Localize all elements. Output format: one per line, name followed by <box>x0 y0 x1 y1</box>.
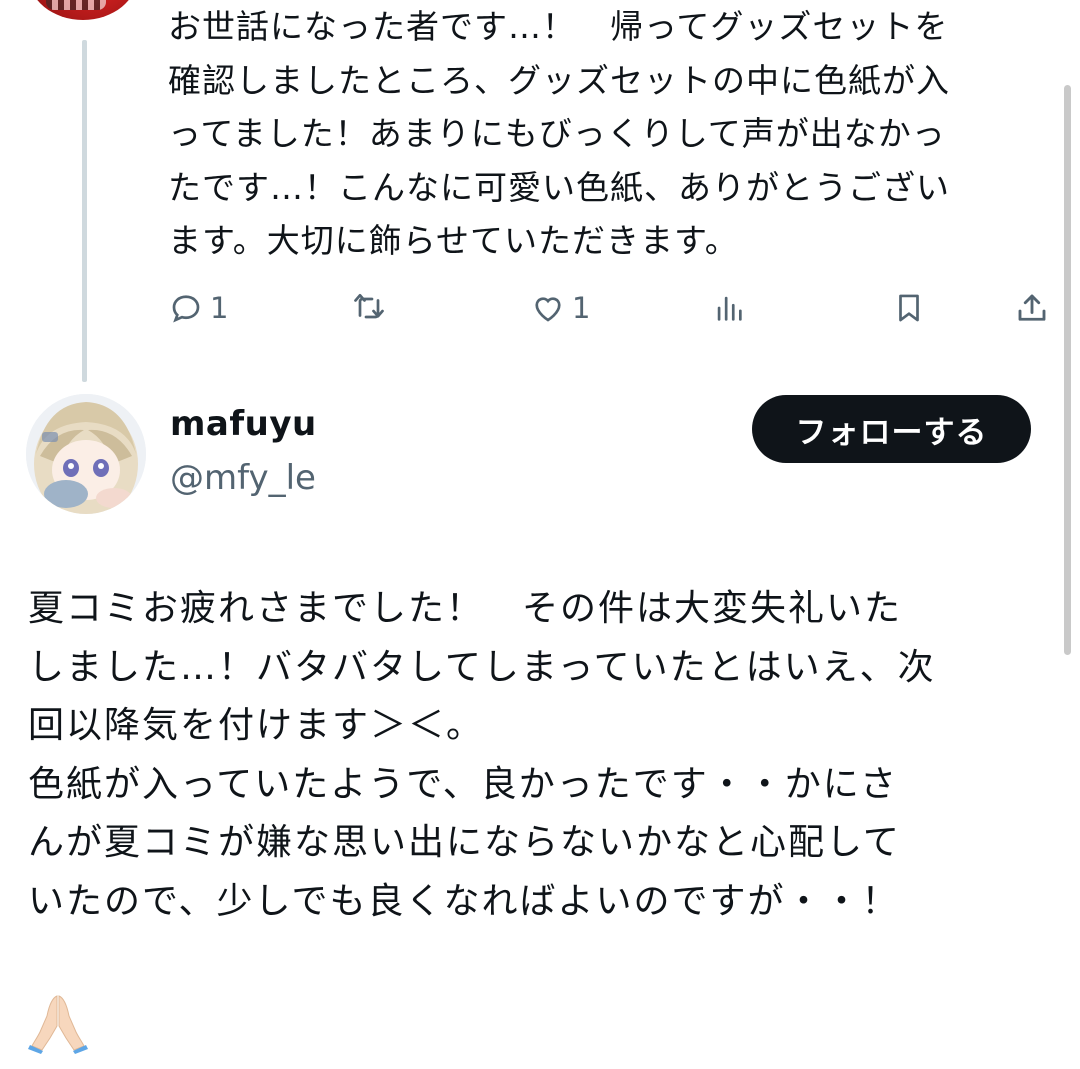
reply-button[interactable]: 1 <box>168 285 228 331</box>
folded-hands-icon <box>28 992 88 1054</box>
scrollbar[interactable] <box>1064 85 1071 655</box>
views-button[interactable] <box>712 285 746 331</box>
like-icon <box>530 290 566 326</box>
action-bar: 1 1 <box>168 285 1050 331</box>
bookmark-button[interactable] <box>892 285 926 331</box>
reply-text: 夏コミお疲れさまでした！ その件は大変失礼いた しました…！バタバタしてしまって… <box>28 588 936 922</box>
bookmark-icon <box>892 290 926 326</box>
reply-icon <box>168 290 204 326</box>
parent-reply-text: お世話になった者です…！ 帰ってグッズセットを 確認しましたところ、グッズセット… <box>168 7 950 260</box>
retweet-icon <box>350 290 388 326</box>
thread-connector-line <box>82 40 87 382</box>
share-button[interactable] <box>1014 285 1050 331</box>
retweet-button[interactable] <box>350 285 388 331</box>
user-avatar-anime-icon <box>26 394 146 514</box>
follow-button[interactable]: フォローする <box>752 395 1031 463</box>
display-name[interactable]: mafuyu <box>170 404 317 444</box>
reply-count: 1 <box>210 291 229 325</box>
user-handle[interactable]: @mfy_le <box>170 458 316 498</box>
views-icon <box>712 290 746 326</box>
like-count: 1 <box>572 291 591 325</box>
avatar[interactable] <box>28 0 138 20</box>
tweet-thread: お世話になった者です…！ 帰ってグッズセットを 確認しましたところ、グッズセット… <box>0 0 1080 1069</box>
like-button[interactable]: 1 <box>530 285 590 331</box>
avatar[interactable] <box>26 394 146 514</box>
share-icon <box>1014 290 1050 326</box>
